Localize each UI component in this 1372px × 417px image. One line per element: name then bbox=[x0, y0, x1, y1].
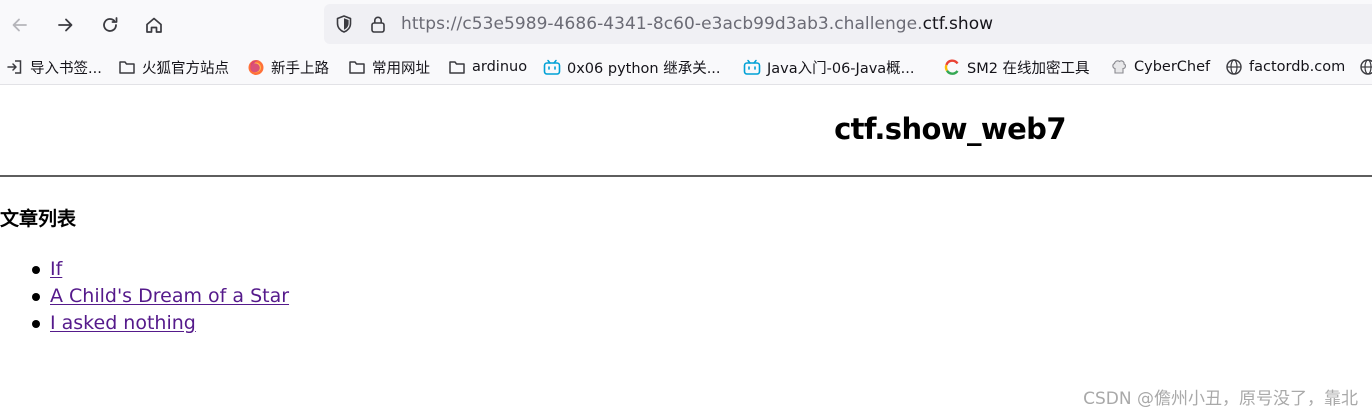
bookmark-label: 常用网址 bbox=[372, 60, 430, 77]
reload-button[interactable] bbox=[94, 9, 126, 41]
article-link[interactable]: A Child's Dream of a Star bbox=[50, 285, 289, 307]
bookmark-sm2-tool[interactable]: SM2 在线加密工具 bbox=[943, 56, 1090, 78]
reload-icon bbox=[103, 17, 118, 32]
bookmark-cyberchef[interactable]: CyberChef bbox=[1110, 56, 1210, 78]
bookmark-label: Java入门-06-Java概... bbox=[767, 60, 915, 77]
bookmark-label: 0x06 python 继承关... bbox=[567, 60, 721, 77]
forward-button[interactable] bbox=[49, 9, 81, 41]
url-text[interactable]: https://c53e5989-4686-4341-8c60-e3acb99d… bbox=[401, 14, 993, 34]
bookmark-label: SM2 在线加密工具 bbox=[967, 60, 1090, 77]
url-bar[interactable]: https://c53e5989-4686-4341-8c60-e3acb99d… bbox=[324, 4, 1372, 44]
navigation-toolbar: https://c53e5989-4686-4341-8c60-e3acb99d… bbox=[0, 0, 1372, 50]
bookmark-label: ardinuo bbox=[472, 59, 528, 75]
shield-icon[interactable] bbox=[334, 14, 354, 34]
globe-icon bbox=[1359, 58, 1372, 76]
bookmark-python-inheritance[interactable]: 0x06 python 继承关... bbox=[543, 56, 721, 78]
home-icon bbox=[146, 17, 162, 33]
bilibili-icon bbox=[543, 58, 561, 76]
url-host: ctf.show bbox=[922, 14, 994, 34]
bookmark-label: 新手上路 bbox=[271, 60, 329, 77]
bullet-icon bbox=[32, 320, 40, 328]
arrow-left-icon bbox=[12, 18, 27, 32]
bookmark-folder-firefox-site[interactable]: 火狐官方站点 bbox=[118, 56, 229, 78]
bookmark-label: CyberChef bbox=[1134, 59, 1211, 75]
lock-icon[interactable] bbox=[368, 14, 388, 34]
bookmark-folder-ardinuo[interactable]: ardinuo bbox=[448, 56, 527, 78]
import-icon bbox=[6, 58, 24, 76]
chef-hat-icon bbox=[1110, 58, 1128, 76]
watermark: CSDN @儋州小丑，原号没了，靠北 bbox=[1083, 389, 1358, 409]
article-link[interactable]: I asked nothing bbox=[50, 312, 196, 334]
bookmark-getting-started[interactable]: 新手上路 bbox=[247, 56, 329, 78]
list-item: If bbox=[0, 256, 289, 283]
bilibili-icon bbox=[743, 58, 761, 76]
bookmark-overflow[interactable] bbox=[1359, 56, 1372, 78]
page-title: ctf.show_web7 bbox=[834, 112, 1066, 146]
bookmark-label: 导入书签... bbox=[30, 60, 102, 77]
bookmark-java-intro[interactable]: Java入门-06-Java概... bbox=[743, 56, 915, 78]
horizontal-rule bbox=[0, 175, 1372, 177]
back-button[interactable] bbox=[4, 9, 36, 41]
list-item: I asked nothing bbox=[0, 310, 289, 337]
folder-icon bbox=[348, 58, 366, 76]
bookmark-factordb[interactable]: factordb.com bbox=[1225, 56, 1345, 78]
bookmark-folder-common[interactable]: 常用网址 bbox=[348, 56, 430, 78]
bookmark-label: 火狐官方站点 bbox=[142, 60, 229, 77]
list-item: A Child's Dream of a Star bbox=[0, 283, 289, 310]
bullet-icon bbox=[32, 266, 40, 274]
arrow-right-icon bbox=[58, 18, 73, 32]
section-title: 文章列表 bbox=[0, 208, 77, 230]
bookmark-import[interactable]: 导入书签... bbox=[6, 56, 102, 78]
folder-icon bbox=[448, 58, 466, 76]
bullet-icon bbox=[32, 293, 40, 301]
page-content: ctf.show_web7 文章列表 If A Child's Dream of… bbox=[0, 86, 1372, 417]
url-prefix: https://c53e5989-4686-4341-8c60-e3acb99d… bbox=[401, 14, 923, 34]
bookmarks-toolbar: 导入书签... 火狐官方站点 新手上路 常用网址 ardinuo 0x06 py… bbox=[0, 50, 1372, 85]
bookmark-label: factordb.com bbox=[1249, 59, 1346, 75]
folder-icon bbox=[118, 58, 136, 76]
firefox-icon bbox=[247, 58, 265, 76]
globe-icon bbox=[1225, 58, 1243, 76]
colorful-c-icon bbox=[943, 58, 961, 76]
article-list: If A Child's Dream of a Star I asked not… bbox=[0, 256, 289, 337]
home-button[interactable] bbox=[138, 9, 170, 41]
article-link[interactable]: If bbox=[50, 258, 62, 280]
